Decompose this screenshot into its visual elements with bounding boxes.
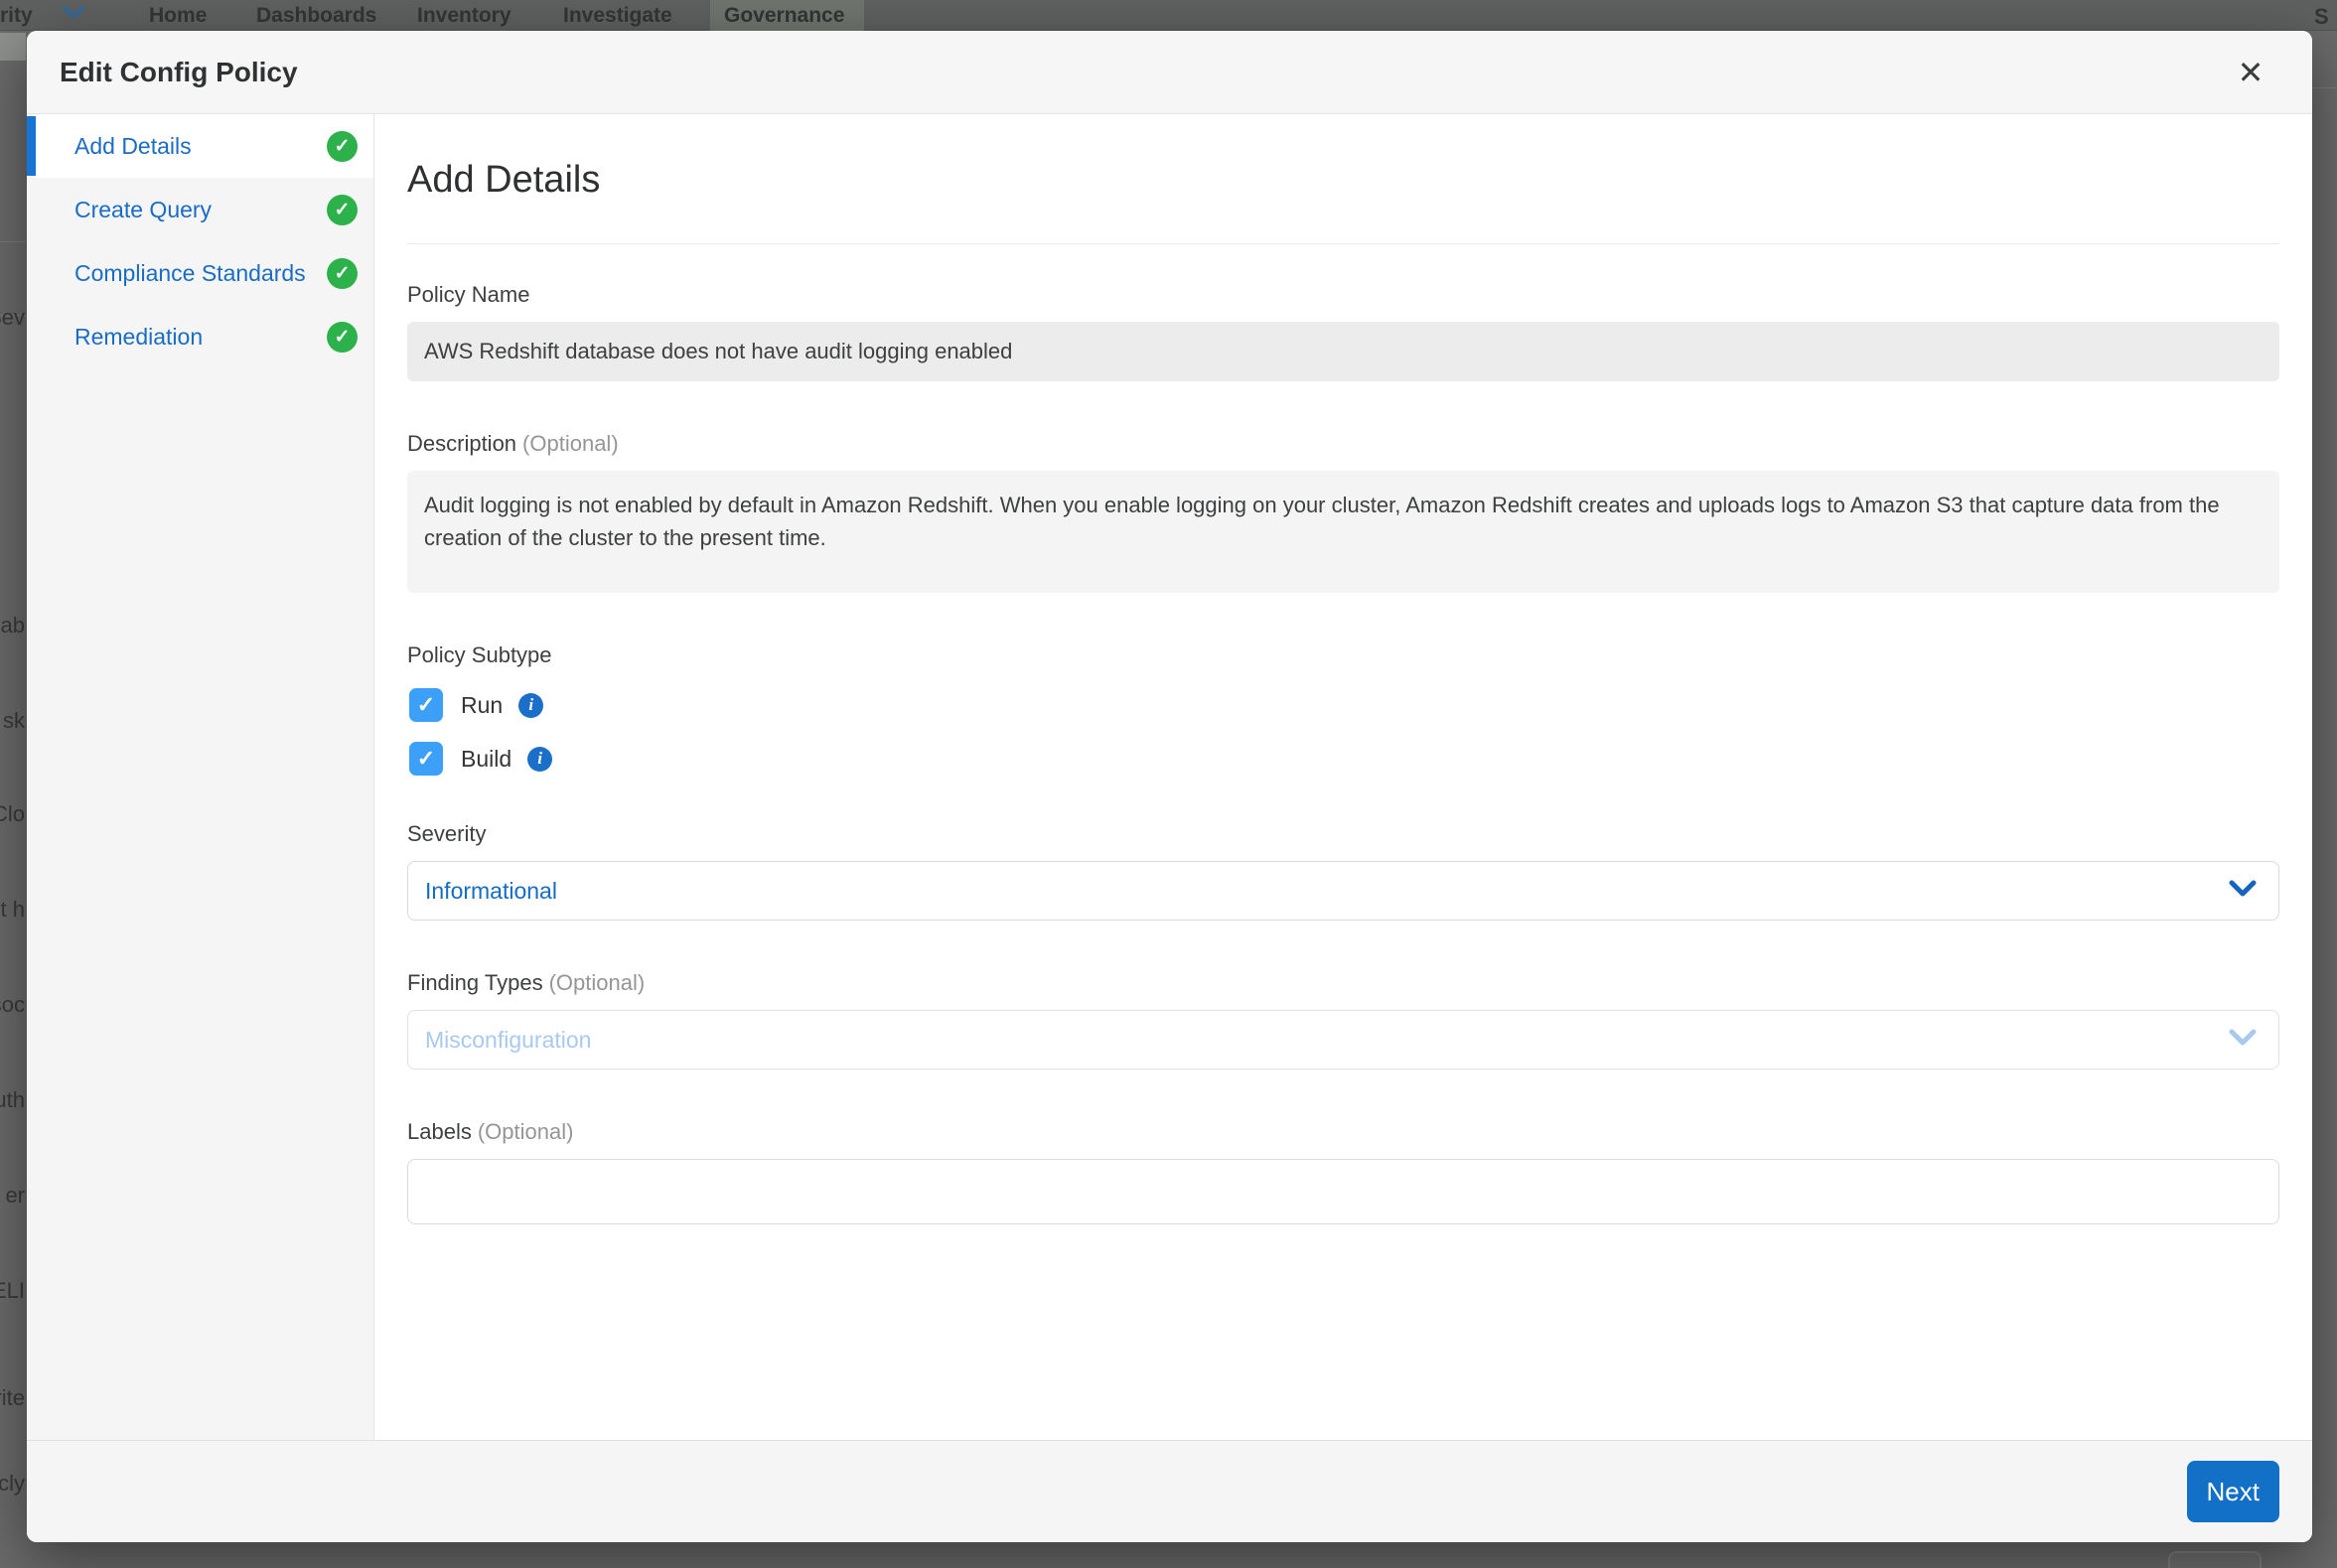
label-text: Policy Subtype — [407, 642, 552, 667]
labels-label: Labels(Optional) — [407, 1119, 2279, 1145]
background-text-fragment: soc — [0, 992, 25, 1018]
nav-item-dashboards[interactable]: Dashboards — [256, 0, 376, 31]
background-text-fragment: er — [5, 1183, 25, 1209]
build-checkbox-label: Build — [461, 746, 511, 773]
label-text: Labels — [407, 1119, 472, 1144]
background-left-strip: Sev ab sk Clo ot h soc uth er ELI rite c… — [0, 31, 26, 1568]
modal-body: Add Details ✓ Create Query ✓ Compliance … — [27, 114, 2312, 1440]
step-label: Compliance Standards — [74, 260, 306, 287]
severity-select[interactable]: Informational — [407, 861, 2279, 921]
label-text: Description — [407, 431, 516, 456]
divider — [407, 243, 2279, 244]
check-circle-icon: ✓ — [327, 322, 358, 353]
background-row-line — [0, 241, 26, 242]
step-create-query[interactable]: Create Query ✓ — [27, 178, 373, 241]
label-text: Severity — [407, 821, 486, 846]
nav-brand-fragment: rity — [0, 0, 33, 31]
check-circle-icon: ✓ — [327, 131, 358, 162]
close-icon[interactable]: ✕ — [2229, 51, 2272, 94]
run-checkbox-label: Run — [461, 692, 503, 719]
background-text-fragment: ot h — [0, 897, 25, 923]
background-text-fragment: Clo — [0, 801, 25, 827]
build-checkbox[interactable]: ✓ — [409, 742, 443, 776]
description-field[interactable]: Audit logging is not enabled by default … — [407, 471, 2279, 593]
step-remediation[interactable]: Remediation ✓ — [27, 305, 373, 368]
background-button-outline — [2168, 1551, 2262, 1568]
run-checkbox[interactable]: ✓ — [409, 688, 443, 722]
label-text: Finding Types — [407, 970, 543, 995]
modal-footer: Next — [27, 1440, 2312, 1542]
check-circle-icon: ✓ — [327, 195, 358, 225]
chevron-down-icon[interactable] — [63, 6, 84, 25]
modal-title: Edit Config Policy — [60, 57, 298, 88]
step-add-details[interactable]: Add Details ✓ — [27, 114, 373, 178]
subtype-run-row: ✓ Run i — [409, 688, 2279, 722]
optional-tag: (Optional) — [478, 1119, 574, 1144]
subtype-build-row: ✓ Build i — [409, 742, 2279, 776]
nav-item-inventory[interactable]: Inventory — [417, 0, 511, 31]
nav-right-fragment: S — [2314, 4, 2329, 30]
step-label: Add Details — [74, 133, 192, 160]
chevron-down-icon — [2229, 880, 2257, 903]
background-text-fragment: cly — [0, 1471, 25, 1497]
background-block — [0, 33, 26, 61]
background-text-fragment: sk — [3, 708, 25, 734]
background-text-fragment: rite — [0, 1385, 25, 1411]
optional-tag: (Optional) — [522, 431, 619, 456]
background-divider-line — [2312, 87, 2337, 88]
description-value: Audit logging is not enabled by default … — [424, 493, 2220, 550]
step-content: Add Details Policy Name AWS Redshift dat… — [374, 114, 2312, 1440]
labels-input[interactable] — [407, 1159, 2279, 1224]
policy-subtype-label: Policy Subtype — [407, 642, 2279, 668]
policy-name-value: AWS Redshift database does not have audi… — [424, 339, 1012, 364]
background-text-fragment: ELI — [0, 1278, 25, 1304]
step-compliance-standards[interactable]: Compliance Standards ✓ — [27, 241, 373, 305]
check-circle-icon: ✓ — [327, 258, 358, 289]
nav-item-investigate[interactable]: Investigate — [563, 0, 672, 31]
severity-label: Severity — [407, 821, 2279, 847]
label-text: Policy Name — [407, 282, 529, 307]
nav-item-home[interactable]: Home — [149, 0, 207, 31]
policy-name-label: Policy Name — [407, 282, 2279, 308]
info-icon[interactable]: i — [518, 693, 543, 718]
info-icon[interactable]: i — [527, 747, 552, 772]
step-label: Remediation — [74, 324, 203, 351]
top-nav-bar: rity Home Dashboards Inventory Investiga… — [0, 0, 2337, 31]
next-button[interactable]: Next — [2187, 1461, 2279, 1522]
chevron-down-icon — [2229, 1029, 2257, 1052]
finding-types-select[interactable]: Misconfiguration — [407, 1010, 2279, 1069]
nav-item-governance[interactable]: Governance — [724, 0, 844, 31]
finding-types-label: Finding Types(Optional) — [407, 970, 2279, 996]
edit-config-policy-modal: Edit Config Policy ✕ Add Details ✓ Creat… — [27, 31, 2312, 1542]
policy-name-field[interactable]: AWS Redshift database does not have audi… — [407, 322, 2279, 381]
page-title: Add Details — [407, 159, 2279, 202]
finding-types-value: Misconfiguration — [425, 1027, 591, 1054]
description-label: Description(Optional) — [407, 431, 2279, 457]
background-text-fragment: Sev — [0, 305, 25, 331]
optional-tag: (Optional) — [549, 970, 646, 995]
background-text-fragment: ab — [1, 613, 25, 639]
wizard-steps-sidebar: Add Details ✓ Create Query ✓ Compliance … — [27, 114, 374, 1440]
modal-header: Edit Config Policy ✕ — [27, 31, 2312, 114]
severity-value: Informational — [425, 878, 557, 905]
step-label: Create Query — [74, 197, 212, 223]
background-text-fragment: uth — [0, 1087, 25, 1113]
